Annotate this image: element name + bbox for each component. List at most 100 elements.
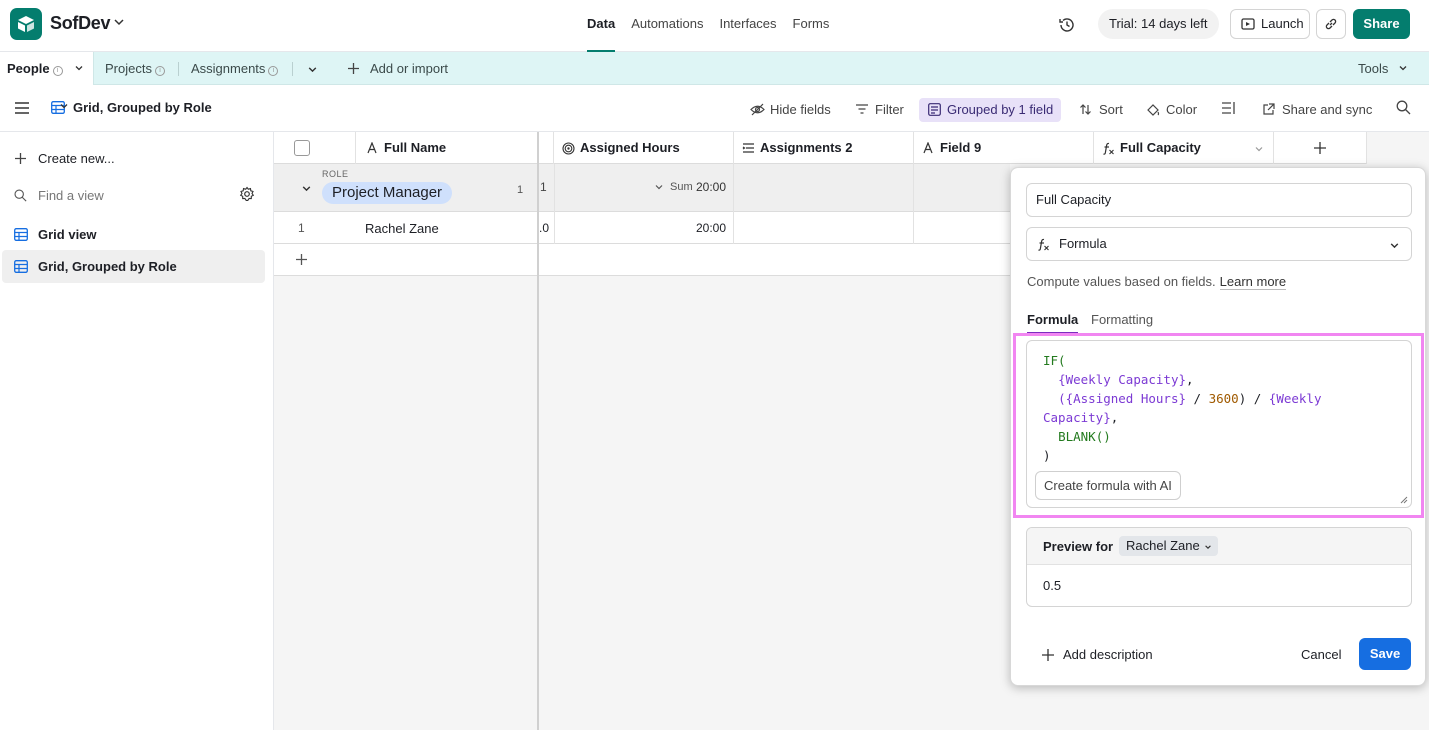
link-field-icon: [742, 143, 754, 153]
table-row[interactable]: 1 Rachel Zane .0 20:00: [274, 212, 1010, 244]
column-header-label: Assignments 2: [760, 140, 853, 155]
add-or-import-button[interactable]: Add or import: [347, 52, 448, 85]
app-name[interactable]: SofDev: [50, 13, 111, 34]
cell-full-name[interactable]: Rachel Zane: [365, 221, 439, 236]
group-summary-cell[interactable]: Sum 20:00: [554, 164, 734, 212]
grid-icon: [14, 260, 28, 273]
group-header-row[interactable]: ROLE Project Manager 1 1 Sum 20:00: [274, 164, 1010, 212]
add-record-row[interactable]: [274, 244, 1010, 276]
add-description-label: Add description: [1063, 647, 1153, 662]
tools-menu[interactable]: Tools: [1358, 52, 1408, 85]
create-new-view-button[interactable]: Create new...: [2, 142, 265, 175]
hide-fields-button[interactable]: Hide fields: [750, 98, 831, 122]
column-header-label: Full Capacity: [1120, 140, 1201, 155]
group-button[interactable]: Grouped by 1 field: [919, 98, 1062, 122]
column-header-label: Assigned Hours: [580, 140, 680, 155]
column-header-hidden: [539, 132, 554, 164]
table-tab-projects[interactable]: Projects i: [105, 52, 165, 85]
share-and-sync-label: Share and sync: [1282, 102, 1373, 117]
plus-icon: [296, 254, 307, 265]
field-name-input[interactable]: Full Capacity: [1026, 183, 1412, 217]
cell-assignments-2[interactable]: [734, 212, 914, 244]
tab-divider: [178, 62, 179, 76]
text-field-icon: [367, 142, 377, 154]
row-height-icon[interactable]: [1221, 101, 1237, 115]
trial-badge[interactable]: Trial: 14 days left: [1098, 9, 1219, 39]
info-icon: i: [268, 66, 279, 76]
column-header-label: Full Name: [384, 140, 447, 155]
chevron-down-icon[interactable]: [307, 64, 318, 75]
cancel-button[interactable]: Cancel: [1301, 647, 1341, 662]
field-type-select[interactable]: Formula: [1026, 227, 1412, 261]
chevron-down-icon[interactable]: [74, 63, 84, 73]
grid-header: Full Name Assigned Hours Assignments 2 F…: [274, 132, 1367, 164]
sort-button[interactable]: Sort: [1079, 98, 1123, 122]
chevron-down-icon[interactable]: [1254, 144, 1264, 154]
column-header-field-9[interactable]: Field 9: [914, 132, 1094, 164]
view-switcher[interactable]: Grid, Grouped by Role: [51, 100, 212, 115]
plus-icon: [1314, 142, 1326, 154]
cell-assigned-hours[interactable]: 20:00: [554, 212, 734, 244]
group-cell: [734, 164, 914, 212]
history-icon[interactable]: [1058, 16, 1076, 34]
description-text: Compute values based on fields.: [1027, 274, 1216, 289]
chevron-down-icon[interactable]: [301, 183, 312, 194]
chevron-down-icon: [1390, 243, 1399, 249]
table-tab-people[interactable]: People i: [0, 52, 94, 85]
cell-partial-value: .0: [539, 221, 550, 235]
nav-tab-forms[interactable]: Forms: [793, 0, 830, 52]
nav-tab-automations[interactable]: Automations: [631, 0, 703, 52]
field-type-label: Formula: [1059, 236, 1107, 251]
copy-link-button[interactable]: [1316, 9, 1346, 39]
chevron-down-icon: [655, 185, 663, 190]
column-header-assigned-hours[interactable]: Assigned Hours: [554, 132, 734, 164]
gear-icon[interactable]: [239, 186, 255, 202]
menu-icon[interactable]: [14, 101, 30, 115]
column-header-assignments-2[interactable]: Assignments 2: [734, 132, 914, 164]
column-header-full-name[interactable]: Full Name: [356, 132, 538, 164]
add-field-button[interactable]: [1274, 132, 1367, 164]
color-label: Color: [1166, 102, 1198, 117]
nav-tab-data[interactable]: Data: [587, 0, 616, 52]
tab-formula[interactable]: Formula: [1027, 312, 1079, 334]
save-button[interactable]: Save: [1359, 638, 1411, 670]
select-all-checkbox[interactable]: [294, 140, 310, 156]
share-button[interactable]: Share: [1353, 9, 1410, 39]
view-toolbar: Grid, Grouped by Role Hide fields Filter…: [0, 85, 1429, 132]
table-tab-label: People: [7, 61, 50, 76]
chevron-down-icon: [1399, 66, 1407, 71]
color-button[interactable]: Color: [1146, 98, 1197, 122]
main-nav: Data Automations Interfaces Forms: [587, 0, 829, 52]
field-type-description: Compute values based on fields. Learn mor…: [1027, 274, 1287, 290]
filter-button[interactable]: Filter: [855, 98, 904, 122]
view-sidebar: Create new... Find a view Grid view Grid…: [0, 132, 274, 730]
tools-label: Tools: [1358, 61, 1389, 76]
search-icon[interactable]: [1396, 100, 1411, 115]
table-tab-assignments[interactable]: Assignments i: [191, 52, 279, 85]
filter-icon: [856, 104, 868, 114]
tab-formatting[interactable]: Formatting: [1091, 312, 1153, 334]
nav-tab-interfaces[interactable]: Interfaces: [719, 0, 776, 52]
row-number: 1: [298, 221, 305, 235]
sidebar-item-grid-grouped-by-role[interactable]: Grid, Grouped by Role: [2, 250, 265, 283]
chevron-down-icon[interactable]: [113, 16, 125, 28]
learn-more-link[interactable]: Learn more: [1219, 274, 1287, 290]
frozen-column-divider[interactable]: [537, 132, 539, 730]
add-description-button[interactable]: Add description: [1041, 646, 1153, 664]
app-logo-icon[interactable]: [10, 8, 42, 40]
plus-icon: [15, 153, 26, 164]
find-view-input[interactable]: Find a view: [2, 179, 265, 212]
column-header-label: Field 9: [940, 140, 982, 155]
share-and-sync-button[interactable]: Share and sync: [1262, 98, 1372, 122]
external-share-icon: [1263, 103, 1275, 115]
sort-label: Sort: [1099, 102, 1123, 117]
launch-label: Launch: [1261, 16, 1304, 31]
text-field-icon: [923, 142, 933, 154]
launch-button[interactable]: Launch: [1230, 9, 1310, 39]
preview-record-select[interactable]: Rachel Zane: [1119, 536, 1218, 556]
preview-record-name: Rachel Zane: [1126, 538, 1200, 553]
column-header-full-capacity[interactable]: Full Capacity: [1094, 132, 1274, 164]
group-icon: [928, 103, 941, 116]
group-field-label: ROLE: [322, 169, 349, 179]
sidebar-item-grid-view[interactable]: Grid view: [2, 218, 265, 251]
